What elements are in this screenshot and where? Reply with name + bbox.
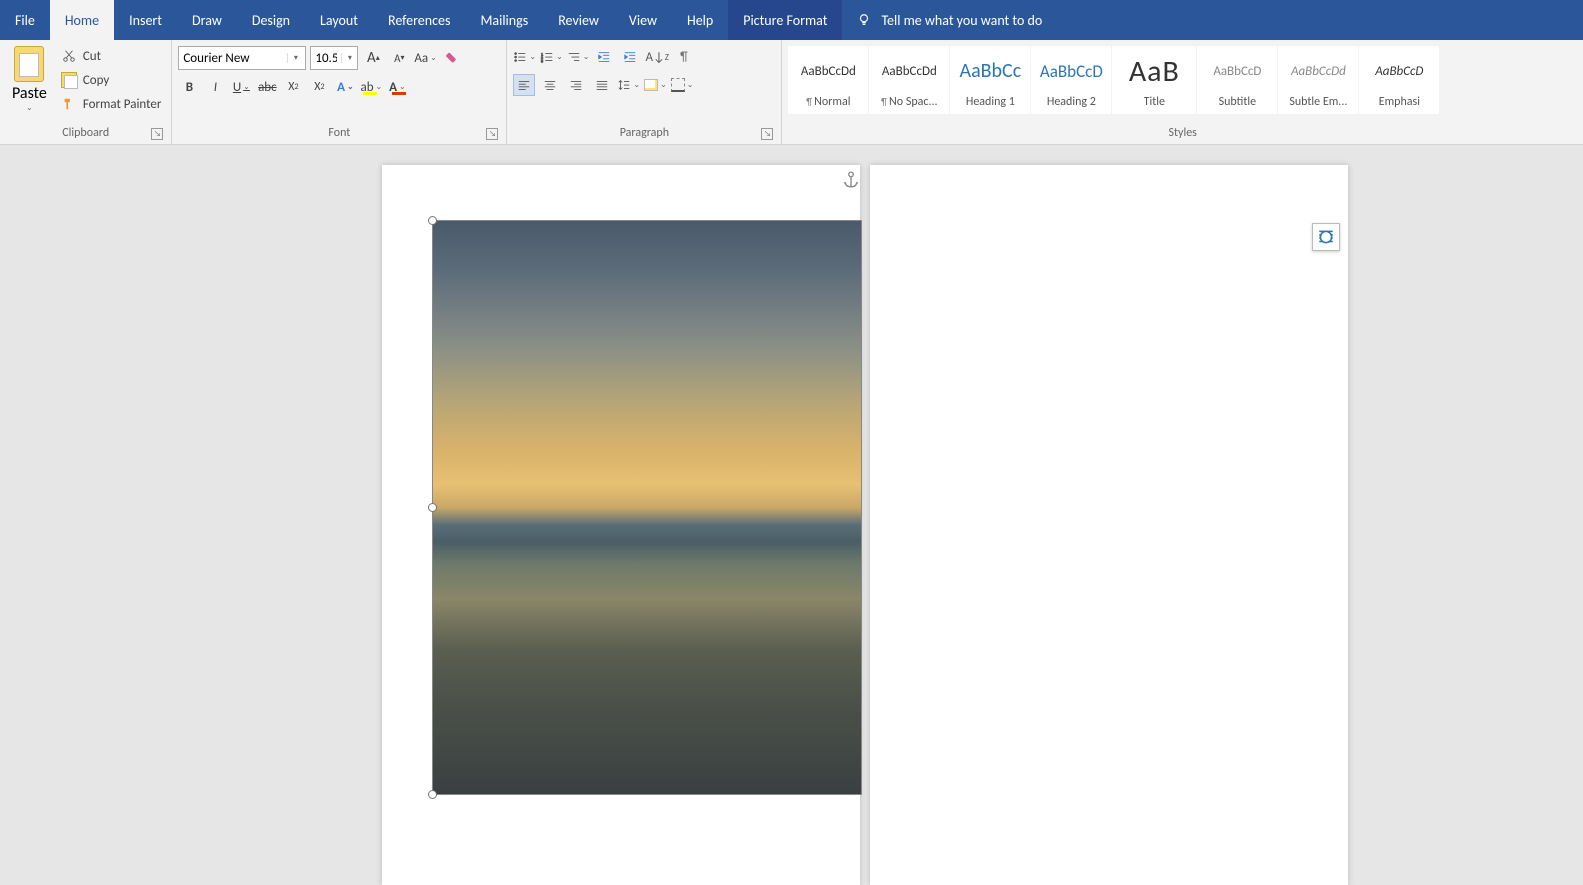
- font-size-dropdown-icon[interactable]: ▾: [341, 53, 357, 63]
- tab-file[interactable]: File: [0, 0, 50, 40]
- shading-button[interactable]: [644, 74, 667, 96]
- group-paragraph: 123 A↓Z ¶ Paragraph ↘: [507, 40, 782, 144]
- tab-picture-format[interactable]: Picture Format: [728, 0, 842, 40]
- highlight-swatch-icon: [363, 92, 377, 95]
- justify-button[interactable]: [591, 74, 613, 96]
- ribbon: Paste ⌄ Cut Copy Format Painter Clipbo: [0, 40, 1583, 145]
- text-effects-button[interactable]: A: [334, 76, 356, 98]
- tab-layout[interactable]: Layout: [305, 0, 373, 40]
- svg-text:3: 3: [541, 59, 544, 64]
- lightbulb-icon: [857, 13, 871, 27]
- font-size-input[interactable]: [311, 51, 341, 66]
- tab-mailings[interactable]: Mailings: [465, 0, 543, 40]
- increase-indent-button[interactable]: [619, 46, 641, 68]
- clipboard-launcher[interactable]: ↘: [151, 128, 163, 140]
- style-subtitle[interactable]: AaBbCcD Subtitle: [1197, 46, 1277, 114]
- align-right-button[interactable]: [565, 74, 587, 96]
- strikethrough-button[interactable]: abc: [256, 76, 278, 98]
- font-size-combo[interactable]: ▾: [310, 46, 358, 70]
- show-marks-button[interactable]: ¶: [673, 46, 695, 68]
- tab-home[interactable]: Home: [50, 0, 114, 40]
- style-heading-1[interactable]: AaBbCc Heading 1: [950, 46, 1030, 114]
- font-color-button[interactable]: A: [386, 76, 408, 98]
- format-painter-label: Format Painter: [83, 97, 162, 112]
- document-area[interactable]: [0, 145, 1583, 881]
- clear-formatting-button[interactable]: [441, 47, 463, 69]
- highlight-button[interactable]: ab: [360, 76, 382, 98]
- font-name-combo[interactable]: ▾: [178, 46, 306, 70]
- resize-handle-bl[interactable]: [428, 790, 437, 799]
- style-heading-2[interactable]: AaBbCcD Heading 2: [1031, 46, 1111, 114]
- subscript-button[interactable]: X2: [282, 76, 304, 98]
- resize-handle-tl[interactable]: [428, 216, 437, 225]
- styles-gallery[interactable]: AaBbCcDd ¶Normal AaBbCcDd ¶No Spac... Aa…: [788, 44, 1439, 123]
- clipboard-group-label: Clipboard ↘: [6, 123, 165, 144]
- italic-button[interactable]: I: [204, 76, 226, 98]
- decrease-indent-button[interactable]: [593, 46, 615, 68]
- multilevel-list-button[interactable]: [567, 46, 590, 68]
- paste-dropdown-icon[interactable]: ⌄: [26, 103, 33, 113]
- page-1[interactable]: [382, 165, 860, 885]
- format-painter-button[interactable]: Format Painter: [57, 94, 166, 114]
- borders-button[interactable]: [671, 74, 694, 96]
- tab-review[interactable]: Review: [543, 0, 614, 40]
- page-2[interactable]: [870, 165, 1348, 885]
- paragraph-group-label: Paragraph ↘: [513, 123, 775, 144]
- anchor-icon: [842, 171, 860, 189]
- styles-group-label: Styles: [788, 123, 1577, 144]
- shrink-font-button[interactable]: A▾: [388, 47, 410, 69]
- format-painter-icon: [61, 96, 77, 112]
- paragraph-launcher[interactable]: ↘: [761, 128, 773, 140]
- style-no-spacing[interactable]: AaBbCcDd ¶No Spac...: [869, 46, 949, 114]
- grow-font-button[interactable]: A▴: [362, 47, 384, 69]
- bold-button[interactable]: B: [178, 76, 200, 98]
- shading-icon: [644, 79, 658, 91]
- inserted-picture[interactable]: [432, 220, 862, 795]
- paste-icon: [14, 46, 44, 82]
- font-launcher[interactable]: ↘: [486, 128, 498, 140]
- superscript-button[interactable]: X2: [308, 76, 330, 98]
- underline-button[interactable]: U: [230, 76, 252, 98]
- align-left-button[interactable]: [513, 74, 535, 96]
- style-subtle-emphasis[interactable]: AaBbCcDd Subtle Em...: [1278, 46, 1358, 114]
- copy-label: Copy: [83, 73, 109, 88]
- tab-references[interactable]: References: [373, 0, 465, 40]
- paste-button[interactable]: Paste ⌄: [6, 44, 53, 123]
- cut-button[interactable]: Cut: [57, 46, 166, 66]
- tab-design[interactable]: Design: [237, 0, 305, 40]
- border-icon: [671, 78, 685, 92]
- numbering-button[interactable]: 123: [540, 46, 563, 68]
- align-center-button[interactable]: [539, 74, 561, 96]
- layout-options-button[interactable]: [1312, 223, 1340, 251]
- cut-label: Cut: [83, 49, 101, 64]
- style-emphasis[interactable]: AaBbCcD Emphasi: [1359, 46, 1439, 114]
- style-normal[interactable]: AaBbCcDd ¶Normal: [788, 46, 868, 114]
- tab-insert[interactable]: Insert: [114, 0, 177, 40]
- group-font: ▾ ▾ A▴ A▾ Aa B I U abc X2 X2 A ab: [172, 40, 507, 144]
- cut-icon: [61, 48, 77, 64]
- tab-draw[interactable]: Draw: [177, 0, 237, 40]
- group-styles: AaBbCcDd ¶Normal AaBbCcDd ¶No Spac... Aa…: [782, 40, 1583, 144]
- menu-bar: File Home Insert Draw Design Layout Refe…: [0, 0, 1583, 40]
- tell-me-search[interactable]: Tell me what you want to do: [842, 0, 1057, 40]
- font-name-input[interactable]: [179, 51, 287, 66]
- paste-label: Paste: [12, 84, 47, 103]
- copy-icon: [61, 72, 77, 88]
- tell-me-label: Tell me what you want to do: [881, 12, 1042, 29]
- resize-handle-ml[interactable]: [428, 503, 437, 512]
- copy-button[interactable]: Copy: [57, 70, 166, 90]
- bullets-button[interactable]: [513, 46, 536, 68]
- font-name-dropdown-icon[interactable]: ▾: [287, 53, 303, 63]
- style-title[interactable]: AaB Title: [1112, 46, 1196, 114]
- sort-button[interactable]: A↓Z: [645, 46, 669, 68]
- line-spacing-button[interactable]: [617, 74, 640, 96]
- tab-view[interactable]: View: [614, 0, 672, 40]
- change-case-button[interactable]: Aa: [414, 47, 436, 69]
- font-color-swatch-icon: [392, 92, 406, 95]
- tab-help[interactable]: Help: [672, 0, 728, 40]
- font-group-label: Font ↘: [178, 123, 500, 144]
- group-clipboard: Paste ⌄ Cut Copy Format Painter Clipbo: [0, 40, 172, 144]
